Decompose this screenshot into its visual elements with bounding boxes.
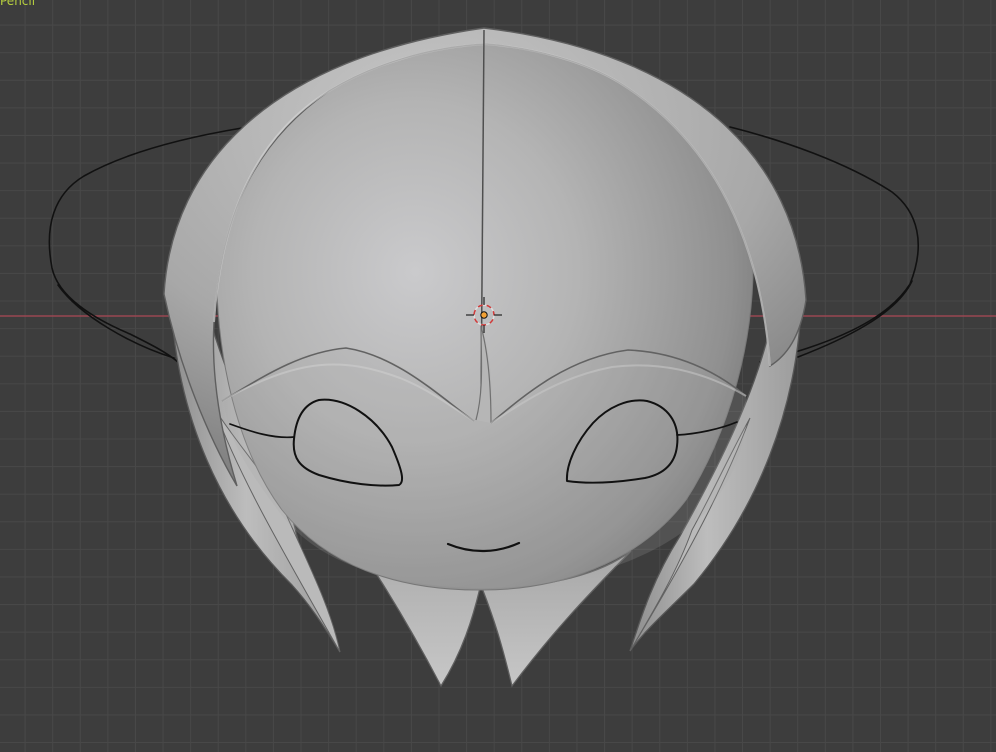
3d-viewport[interactable]: Pencil [0, 0, 996, 752]
viewport-canvas[interactable] [0, 0, 996, 752]
object-origin [480, 311, 488, 319]
